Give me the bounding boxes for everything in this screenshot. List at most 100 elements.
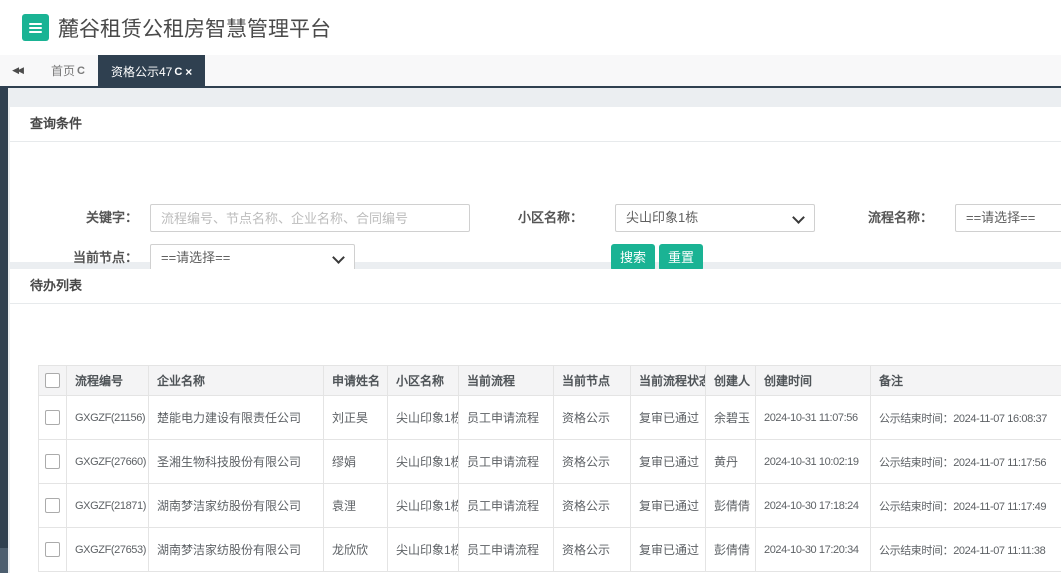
cell-creator: 余碧玉	[705, 395, 756, 440]
cell-company: 湖南梦洁家纺股份有限公司	[148, 527, 324, 572]
tab-home[interactable]: 首页 C	[38, 55, 98, 86]
table-row: GXGZF(21156) 楚能电力建设有限责任公司 刘正昊 尖山印象1栋 员工申请流程资…	[38, 395, 1061, 440]
cell-community: 尖山印象1栋	[387, 527, 459, 572]
column-header: 流程编号	[66, 365, 149, 396]
community-select-value: 尖山印象1栋	[626, 210, 699, 225]
column-header: 备注	[870, 365, 1061, 396]
cell-created-at: 2024-10-31 11:07:56	[755, 395, 871, 440]
node-label: 当前节点：	[72, 250, 138, 265]
cell-process-id: GXGZF(21156)	[66, 395, 149, 440]
cell-status: 复审已通过	[630, 395, 706, 440]
row-checkbox[interactable]	[45, 410, 60, 426]
page-title: 麓谷租赁公租房智慧管理平台	[58, 17, 331, 41]
todo-panel-title: 待办列表	[10, 269, 1061, 304]
cell-process-id: GXGZF(27653)	[66, 527, 149, 572]
column-header: 企业名称	[148, 365, 324, 396]
cell-status: 复审已通过	[630, 527, 706, 572]
cell-remark: 公示结束时间：2024-11-07 11:11:38	[870, 527, 1061, 572]
cell-node: 资格公示	[553, 395, 631, 440]
query-panel: 查询条件 关键字： 小区名称： 尖山印象1栋 流程名称： ==请选择== 当前节…	[10, 107, 1061, 272]
cell-status: 复审已通过	[630, 439, 706, 484]
keyword-input[interactable]	[150, 204, 470, 232]
tab-label: 资格公示47	[110, 65, 173, 79]
cell-community: 尖山印象1栋	[387, 395, 459, 440]
cell-status: 复审已通过	[630, 483, 706, 528]
refresh-icon[interactable]: C	[174, 66, 182, 78]
row-select-cell	[38, 483, 67, 528]
search-button[interactable]: 搜索	[611, 244, 656, 271]
cell-applicant: 袁浬	[323, 483, 388, 528]
cell-node: 资格公示	[553, 483, 631, 528]
cell-process: 员工申请流程	[458, 527, 554, 572]
cell-company: 湖南梦洁家纺股份有限公司	[148, 483, 324, 528]
node-select[interactable]: ==请选择==	[150, 244, 355, 272]
cell-company: 圣湘生物科技股份有限公司	[148, 439, 324, 484]
cell-process-id: GXGZF(21871)	[66, 483, 149, 528]
collapsed-sidebar-footer	[0, 548, 8, 573]
column-header: 小区名称	[387, 365, 459, 396]
cell-community: 尖山印象1栋	[387, 483, 459, 528]
cell-process: 员工申请流程	[458, 439, 554, 484]
cell-process: 员工申请流程	[458, 395, 554, 440]
reset-button[interactable]: 重置	[659, 244, 704, 271]
column-header: 申请姓名	[323, 365, 388, 396]
cell-applicant: 刘正昊	[323, 395, 388, 440]
query-panel-title: 查询条件	[10, 107, 1061, 142]
cell-process: 员工申请流程	[458, 483, 554, 528]
cell-creator: 彭倩倩	[705, 527, 756, 572]
tab-label: 首页	[51, 64, 76, 78]
query-form: 关键字： 小区名称： 尖山印象1栋 流程名称： ==请选择== 当前节点： ==…	[10, 142, 1061, 272]
column-header: 创建时间	[755, 365, 871, 396]
cell-applicant: 缪娟	[323, 439, 388, 484]
cell-created-at: 2024-10-30 17:18:24	[755, 483, 871, 528]
cell-process-id: GXGZF(27660)	[66, 439, 149, 484]
todo-table: 流程编号 企业名称 申请姓名 小区名称 当前流程 当前节点 当前流程状态 创建人 创建时间 备注 …	[38, 365, 1061, 572]
refresh-icon[interactable]: C	[77, 65, 85, 77]
community-select[interactable]: 尖山印象1栋	[615, 204, 815, 232]
todo-panel: 待办列表 流程编号 企业名称 申请姓名 小区名称 当前流程 当前节点 当前流程状态 创建人 创建…	[10, 269, 1061, 573]
table-row: GXGZF(27660) 圣湘生物科技股份有限公司 缪娟 尖山印象1栋 员工申请流程 资格…	[38, 439, 1061, 484]
keyword-label: 关键字：	[85, 210, 138, 225]
tab-qualification-publicity[interactable]: 资格公示47 C ×	[97, 55, 206, 88]
cell-remark: 公示结束时间：2024-11-07 11:17:56	[870, 439, 1061, 484]
row-select-cell	[38, 439, 67, 484]
column-header: 当前流程	[458, 365, 554, 396]
cell-remark: 公示结束时间：2024-11-07 11:17:49	[870, 483, 1061, 528]
cell-community: 尖山印象1栋	[387, 439, 459, 484]
select-all-header-cell	[38, 365, 67, 396]
table-row: GXGZF(27653) 湖南梦洁家纺股份有限公司 龙欣欣 尖山印象1栋 员工申请流程资…	[38, 527, 1061, 572]
table-row: GXGZF(21871) 湖南梦洁家纺股份有限公司 袁浬 尖山印象1栋 员工申请流程 资格…	[38, 483, 1061, 528]
cell-creator: 彭倩倩	[705, 483, 756, 528]
process-select[interactable]: ==请选择==	[955, 204, 1061, 232]
cell-created-at: 2024-10-31 10:02:19	[755, 439, 871, 484]
process-label: 流程名称：	[867, 210, 933, 225]
row-checkbox[interactable]	[45, 542, 60, 558]
cell-company: 楚能电力建设有限责任公司	[148, 395, 324, 440]
todo-table-body: GXGZF(21156) 楚能电力建设有限责任公司 刘正昊 尖山印象1栋 员工申请流程资…	[38, 395, 1061, 572]
row-select-cell	[38, 527, 67, 572]
row-select-cell	[38, 395, 67, 440]
row-checkbox[interactable]	[45, 498, 60, 514]
column-header: 当前节点	[553, 365, 631, 396]
menu-toggle-button[interactable]	[22, 14, 49, 41]
column-header: 当前流程状态	[630, 365, 706, 396]
cell-creator: 黄丹	[705, 439, 756, 484]
double-left-arrow-icon: ◀◀	[12, 65, 24, 75]
process-select-value: ==请选择==	[966, 210, 1036, 225]
node-select-value: ==请选择==	[161, 250, 231, 265]
todo-table-head-row: 流程编号 企业名称 申请姓名 小区名称 当前流程 当前节点 当前流程状态 创建人 创建时间 备注	[38, 365, 1061, 396]
collapse-tabs-button[interactable]: ◀◀	[0, 55, 38, 86]
close-icon[interactable]: ×	[185, 65, 192, 79]
column-header: 创建人	[705, 365, 756, 396]
row-checkbox[interactable]	[45, 454, 60, 470]
cell-remark: 公示结束时间：2024-11-07 16:08:37	[870, 395, 1061, 440]
cell-node: 资格公示	[553, 527, 631, 572]
collapsed-sidebar[interactable]	[0, 88, 8, 573]
select-all-checkbox[interactable]	[45, 373, 60, 389]
cell-applicant: 龙欣欣	[323, 527, 388, 572]
community-label: 小区名称：	[517, 210, 583, 225]
tab-bar: ◀◀ 首页 C 资格公示47 C ×	[0, 55, 1061, 88]
cell-created-at: 2024-10-30 17:20:34	[755, 527, 871, 572]
hamburger-icon	[29, 22, 42, 25]
app-header: 麓谷租赁公租房智慧管理平台	[0, 0, 1061, 55]
